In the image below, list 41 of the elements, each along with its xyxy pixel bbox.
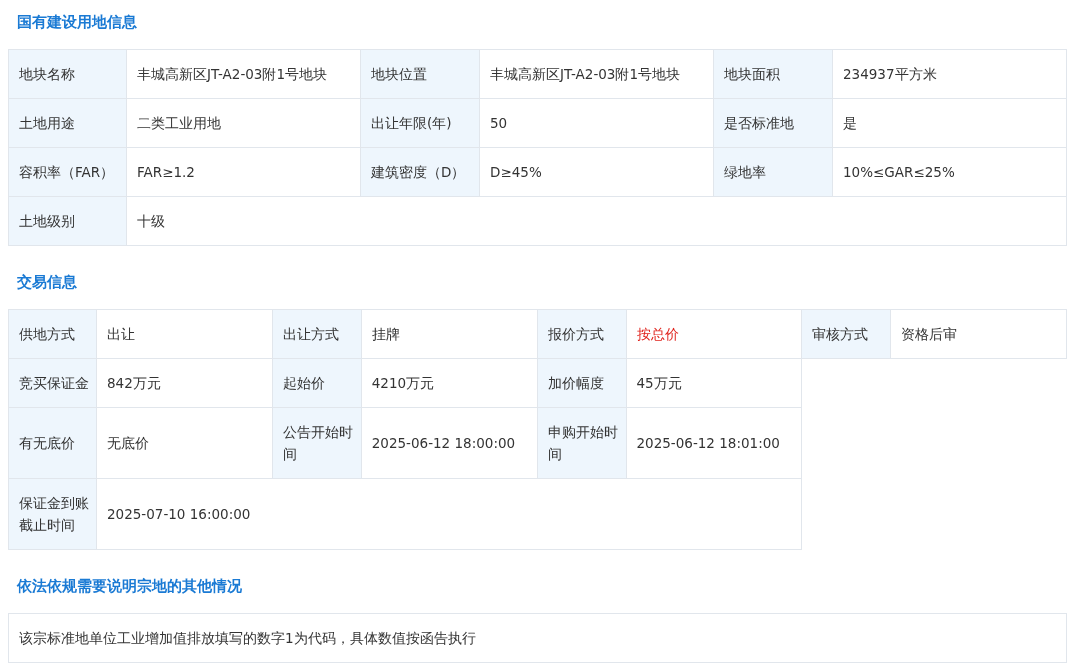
section-title: 国有建设用地信息 [16,12,138,33]
field-label: 建筑密度（D） [361,148,480,197]
field-label: 土地级别 [8,197,127,246]
field-value: 是 [833,99,1067,148]
field-label: 是否标准地 [714,99,833,148]
field-label: 出让年限(年) [361,99,480,148]
field-label: 起始价 [272,359,362,408]
field-value: 4210万元 [361,359,538,408]
field-label: 地块面积 [714,49,833,99]
note-text: 该宗标准地单位工业增加值排放填写的数字1为代码，具体数值按函告执行 [8,613,1067,663]
field-label: 地块位置 [361,49,480,99]
field-label: 申购开始时间 [537,408,627,479]
field-value: 45万元 [626,359,803,408]
field-label: 保证金到账截止时间 [8,479,97,550]
section-title: 依法依规需要说明宗地的其他情况 [15,576,243,597]
field-label: 供地方式 [8,309,97,359]
field-label: 地块名称 [8,49,127,99]
field-value: 出让 [97,309,273,359]
field-label: 审核方式 [802,309,892,359]
field-value: 资格后审 [891,309,1067,359]
field-label: 公告开始时间 [272,408,362,479]
field-value: 2025-07-10 16:00:00 [97,479,803,550]
section-title: 交易信息 [16,272,78,293]
field-label: 出让方式 [272,309,362,359]
field-label: 竞买保证金 [8,359,97,408]
field-label: 有无底价 [8,408,97,479]
field-label: 绿地率 [714,148,833,197]
field-value: 十级 [127,197,1067,246]
field-value: 丰城高新区JT-A2-03附1号地块 [127,49,361,99]
field-label: 加价幅度 [537,359,627,408]
field-label: 土地用途 [8,99,127,148]
field-label: 报价方式 [537,309,627,359]
field-value: 842万元 [97,359,273,408]
field-value: 10%≤GAR≤25% [833,148,1067,197]
field-value: 234937平方米 [833,49,1067,99]
field-value: 挂牌 [361,309,538,359]
field-label: 容积率（FAR） [8,148,127,197]
field-value: 2025-06-12 18:00:00 [361,408,538,479]
field-value: 丰城高新区JT-A2-03附1号地块 [480,49,714,99]
field-value: 2025-06-12 18:01:00 [626,408,803,479]
field-value: 无底价 [97,408,273,479]
